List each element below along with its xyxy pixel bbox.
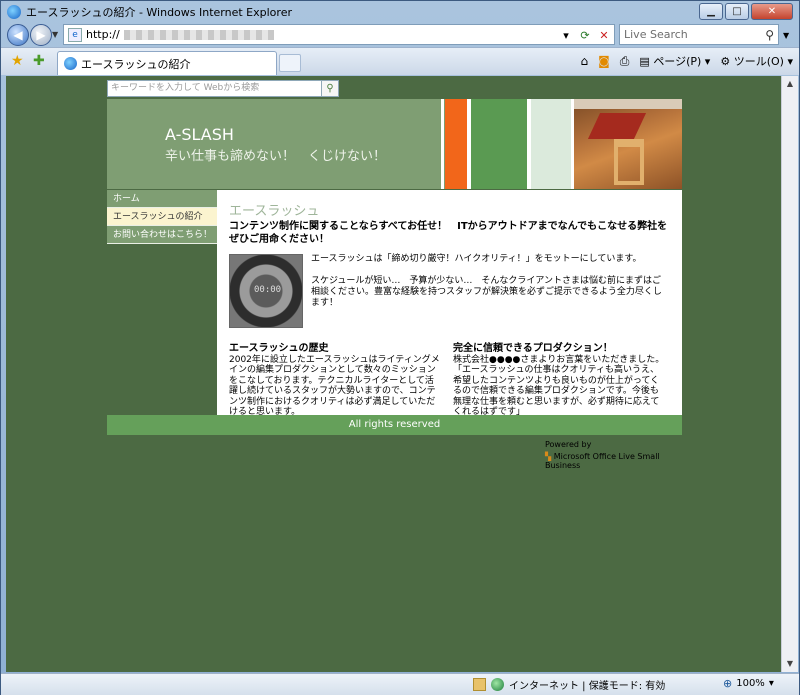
main-content: エースラッシュ コンテンツ制作に関することならすべてお任せ！ ITからアウトドア… [217,190,682,418]
history-body: 2002年に設立したエースラッシュはライティングメインの編集プロダクションとして… [229,354,440,418]
address-url-redacted [123,29,274,40]
photo-chair [614,139,644,185]
address-dropdown-icon[interactable]: ▾ [558,27,574,43]
intro-section: 00:00 エースラッシュは「締め切り厳守！ハイクオリティ！」をモットーにしてい… [229,254,672,332]
address-tools: ▾ ⟳ ✕ [558,27,612,43]
zoom-level: 100% [736,678,765,689]
minimize-button[interactable]: ▁ [699,3,723,20]
site-footer: All rights reserved [107,415,682,435]
powered-by-label: Powered by [545,440,592,449]
site-search-input[interactable]: キーワードを入力して Webから検索 [107,80,339,97]
add-favorites-icon[interactable]: ✚ [33,53,45,69]
new-tab-button[interactable] [279,54,301,72]
powered-product-label: Microsoft Office Live Small Business [545,452,660,470]
lead-text: コンテンツ制作に関することならすべてお任せ！ ITからアウトドアまでなんでもこな… [229,221,668,245]
tab-title: エースラッシュの紹介 [81,57,191,71]
scroll-down-icon[interactable]: ▼ [782,656,798,672]
command-bar: ⌂ ◙ ⎙ ▤ ページ(P) ▾ ⚙ ツール(O) ▾ [581,53,793,69]
page-heading: エースラッシュ [229,204,320,219]
history-dropdown-icon[interactable]: ▼ [52,30,58,39]
trust-body: 株式会社●●●●さまよりお言葉をいただきました。「エースラッシュの仕事はクオリテ… [453,354,665,418]
photo-wall [574,99,682,109]
site-search-icon: ⚲ [326,83,334,94]
refresh-icon[interactable]: ⟳ [577,27,593,43]
site-nav: ホーム エースラッシュの紹介 お問い合わせはこちら！ [107,190,217,244]
stripe-white-1 [441,99,444,189]
title-bar[interactable]: エースラッシュの紹介 - Windows Internet Explorer ▁… [1,1,799,23]
search-dropdown-icon[interactable]: ▼ [783,31,789,40]
header-photo [574,99,682,189]
stripe-green [471,99,527,189]
site-search-placeholder: キーワードを入力して Webから検索 [111,83,260,93]
window-controls: ▁ □ ✕ [699,3,793,20]
trust-column: 完全に信頼できるプロダクション！ 株式会社●●●●さまよりお言葉をいただきました… [453,343,665,418]
address-url: http:// [86,28,120,41]
live-search-placeholder: Live Search [624,28,688,41]
page-menu-label: ページ(P) [653,55,702,68]
stripe-light [531,99,571,189]
content-columns: エースラッシュの歴史 2002年に設立したエースラッシュはライティングメインの編… [229,343,672,418]
window-title: エースラッシュの紹介 - Windows Internet Explorer [26,6,292,19]
site-tagline: 辛い仕事も諦めない！ くじけない！ [165,149,387,164]
close-button[interactable]: ✕ [751,3,793,20]
tools-menu[interactable]: ⚙ ツール(O) ▾ [720,53,793,69]
live-search-input[interactable]: Live Search ⚲ [619,24,779,45]
zoom-control[interactable]: ⊕ 100% ▾ [723,677,774,690]
ie-logo-icon [7,5,21,19]
vertical-scrollbar[interactable]: ▲ ▼ [781,76,798,672]
history-column: エースラッシュの歴史 2002年に設立したエースラッシュはライティングメインの編… [229,343,441,418]
forward-button[interactable]: ▶ [30,24,52,46]
nav-item-contact[interactable]: お問い合わせはこちら！ [107,226,217,244]
site-header: A-SLASH 辛い仕事も諦めない！ くじけない！ [107,99,682,189]
address-row: ◀ ▶ ▼ e http:// ▾ ⟳ ✕ Live Search ⚲ ▼ [1,23,799,47]
stop-icon[interactable]: ✕ [596,27,612,43]
site-name: A-SLASH [165,125,234,144]
print-icon[interactable]: ⎙ [620,54,630,69]
back-button[interactable]: ◀ [7,24,29,46]
zone-label: インターネット | 保護モード: 有効 [509,681,666,692]
zoom-icon: ⊕ [723,677,733,690]
protected-mode-icon [473,678,486,691]
nav-item-about[interactable]: エースラッシュの紹介 [107,208,217,226]
tools-menu-label: ツール(O) [733,55,784,68]
page-menu-icon: ▤ [639,55,650,68]
history-title: エースラッシュの歴史 [229,343,329,354]
feeds-icon[interactable]: ◙ [598,54,610,68]
browser-window: エースラッシュの紹介 - Windows Internet Explorer ▁… [0,0,800,695]
tab-row: ★ ✚ エースラッシュの紹介 ⌂ ◙ ⎙ ▤ ページ(P) ▾ ⚙ ツール(O)… [1,47,799,75]
trust-title: 完全に信頼できるプロダクション！ [453,343,613,354]
page-menu[interactable]: ▤ ページ(P) ▾ [639,53,710,69]
gear-icon: ⚙ [720,55,731,68]
powered-by[interactable]: Powered by ▚ Microsoft Office Live Small… [545,440,682,470]
gauge-digits: 00:00 [254,285,282,295]
security-zone[interactable]: インターネット | 保護モード: 有効 [473,677,665,692]
powered-product: ▚ Microsoft Office Live Small Business [545,452,682,470]
home-icon[interactable]: ⌂ [581,54,589,68]
forward-arrow-icon: ▶ [36,28,46,42]
stripe-orange [445,99,467,189]
gauge-image: 00:00 [229,254,303,328]
internet-zone-icon [491,678,504,691]
intro-text: エースラッシュは「締め切り厳守！ハイクオリティ！」をモットーにしています。 スケ… [311,254,666,309]
site-search-button[interactable]: ⚲ [321,80,339,97]
address-bar[interactable]: e http:// ▾ ⟳ ✕ [63,24,615,45]
office-logo-icon: ▚ [545,452,552,461]
nav-item-home[interactable]: ホーム [107,190,217,208]
scroll-up-icon[interactable]: ▲ [782,76,798,92]
zoom-dropdown-icon: ▾ [768,678,774,689]
favorites-star-icon[interactable]: ★ [11,53,24,69]
maximize-button[interactable]: □ [725,3,749,20]
intro-paragraph-2: スケジュールが短い… 予算が少ない… そんなクライアントさまは悩む前にまずはご相… [311,276,662,308]
page-icon: e [68,27,82,42]
page-viewport: キーワードを入力して Webから検索 ⚲ A-SLASH 辛い仕事も諦めない！ … [6,76,781,672]
tab-active[interactable]: エースラッシュの紹介 [57,51,277,75]
tab-ie-icon [64,57,77,70]
photo-rug [587,113,647,139]
search-icon[interactable]: ⚲ [765,26,774,45]
back-arrow-icon: ◀ [13,28,23,42]
intro-paragraph-1: エースラッシュは「締め切り厳守！ハイクオリティ！」をモットーにしています。 [311,254,642,264]
status-bar: インターネット | 保護モード: 有効 ⊕ 100% ▾ [1,673,799,695]
